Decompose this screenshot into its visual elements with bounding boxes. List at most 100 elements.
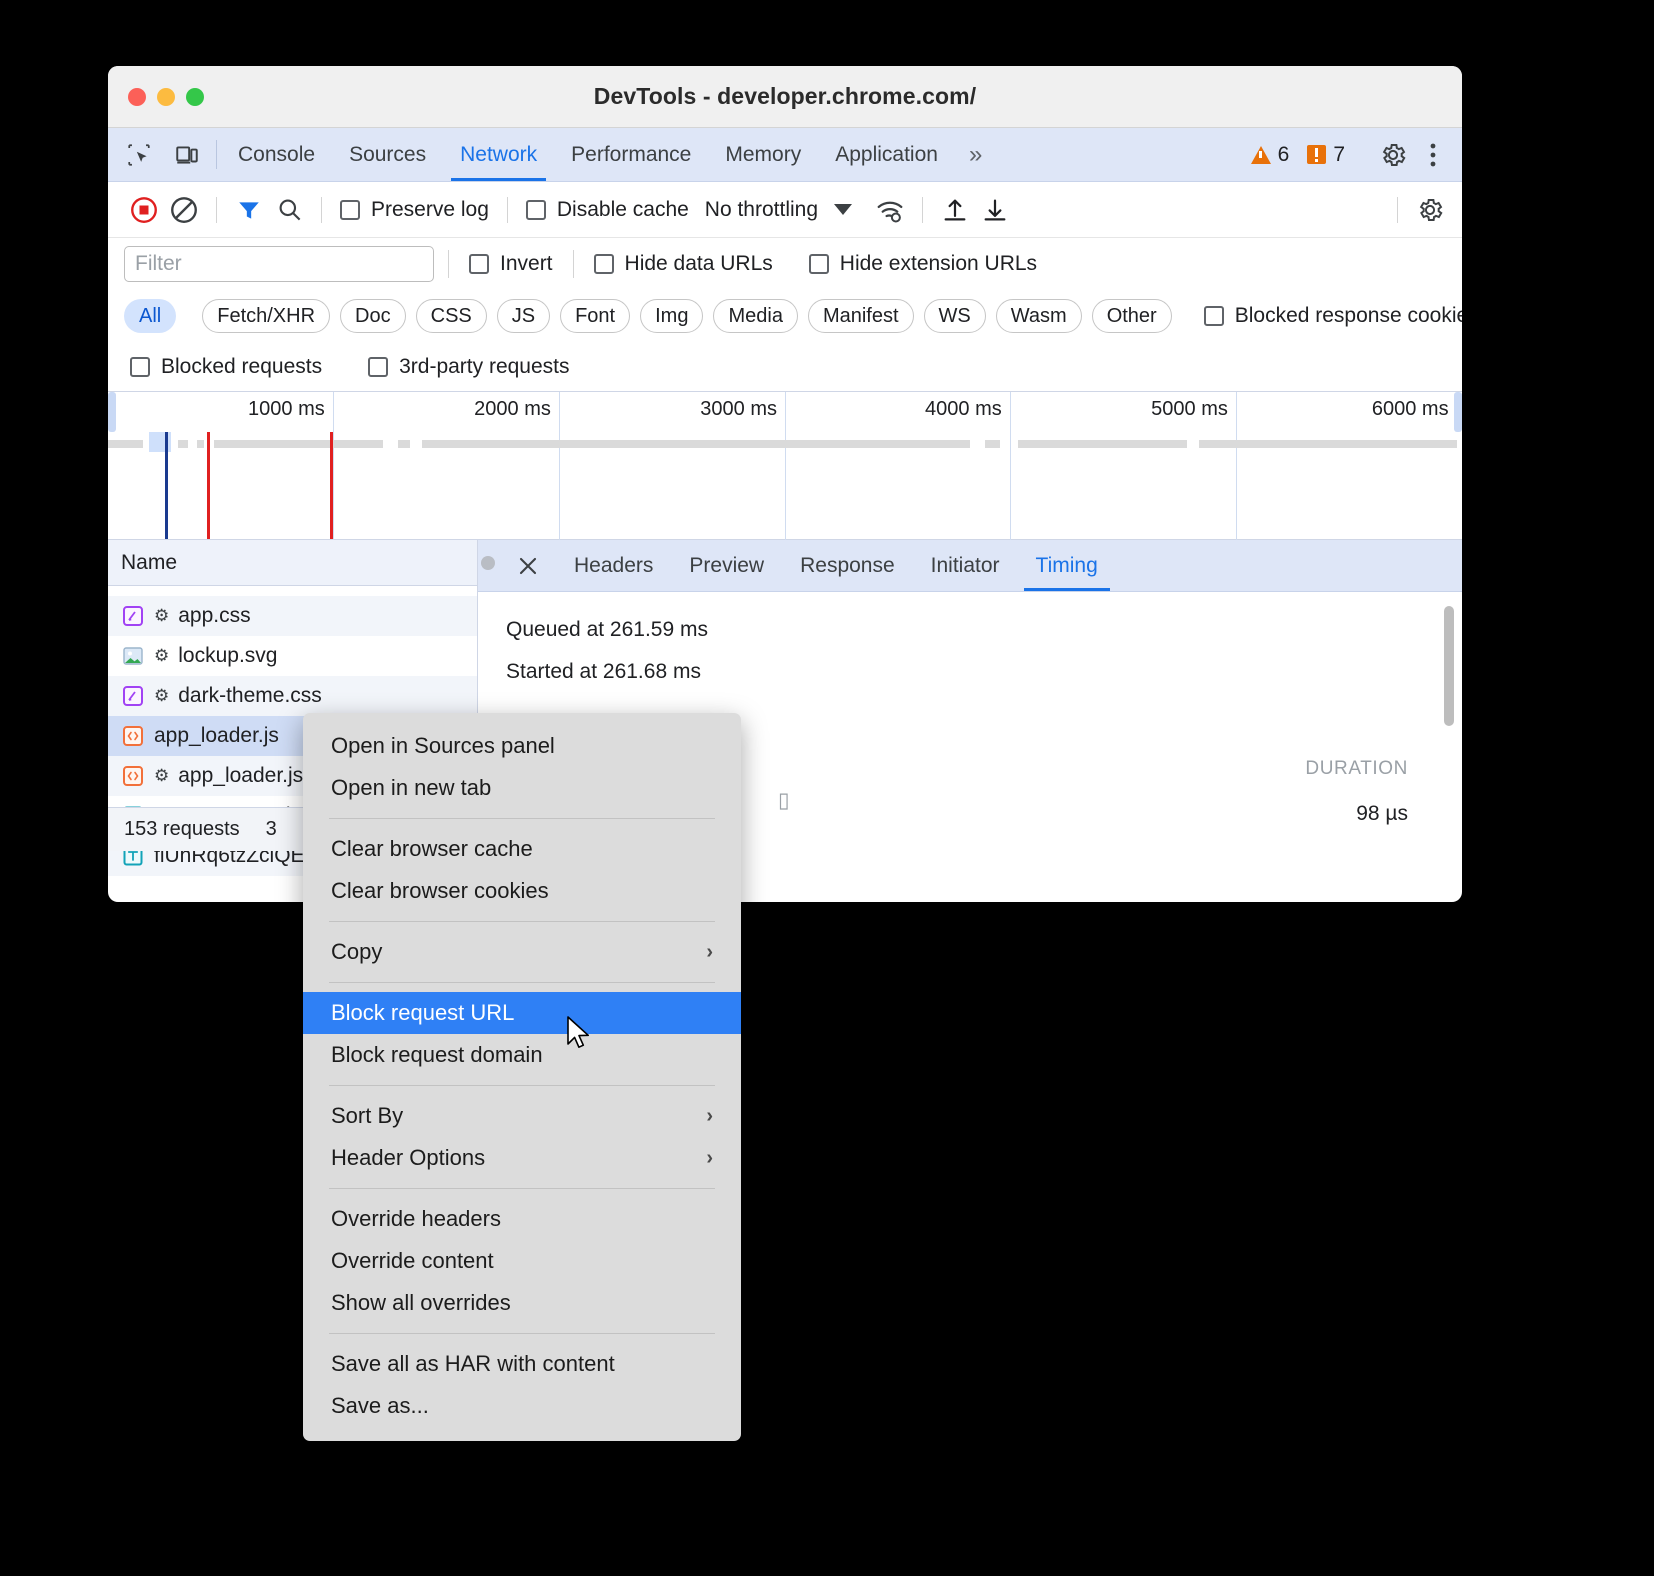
menu-item-override-headers[interactable]: Override headers xyxy=(303,1198,741,1240)
mouse-pointer xyxy=(566,1016,592,1059)
overview-gridline-5000 xyxy=(1236,392,1237,540)
context-menu: Open in Sources panel Open in new tab Cl… xyxy=(303,713,741,1441)
menu-item-clear-browser-cache[interactable]: Clear browser cache xyxy=(303,828,741,870)
overview-tick-3000: 3000 ms xyxy=(700,398,785,421)
blocked-requests-label: Blocked requests xyxy=(161,355,322,379)
overview-tick-5000: 5000 ms xyxy=(1151,398,1236,421)
overview-tick-4000: 4000 ms xyxy=(925,398,1010,421)
export-har-icon[interactable] xyxy=(975,190,1015,230)
initiator-gear-icon: ⚙ xyxy=(154,646,169,666)
request-list-header[interactable]: Name xyxy=(108,540,477,586)
network-settings-gear-icon[interactable] xyxy=(1410,190,1450,230)
tab-memory[interactable]: Memory xyxy=(708,128,818,181)
search-icon[interactable] xyxy=(269,190,309,230)
menu-item-label: Open in Sources panel xyxy=(331,733,555,759)
duration-value-1: 98 µs xyxy=(1356,802,1408,826)
table-row-dark-theme-css[interactable]: ⚙ dark-theme.css xyxy=(108,676,477,716)
preserve-log-label: Preserve log xyxy=(371,198,489,222)
device-toolbar-icon[interactable] xyxy=(170,138,204,172)
menu-separator-6 xyxy=(329,1333,715,1334)
type-filter-fetch-xhr[interactable]: Fetch/XHR xyxy=(202,299,330,333)
more-tabs-icon[interactable]: » xyxy=(955,128,996,181)
type-filter-js[interactable]: JS xyxy=(497,299,550,333)
menu-item-override-content[interactable]: Override content xyxy=(303,1240,741,1282)
column-header-name: Name xyxy=(121,551,177,575)
tab-initiator[interactable]: Initiator xyxy=(913,540,1018,591)
preserve-log-box xyxy=(340,200,360,220)
toolbar-right xyxy=(1385,190,1450,230)
toolbar-divider-2 xyxy=(321,197,322,223)
tab-application[interactable]: Application xyxy=(818,128,955,181)
transferred-size: 3 xyxy=(266,818,277,841)
clear-icon[interactable] xyxy=(164,190,204,230)
detail-scrollbar[interactable] xyxy=(1444,606,1454,726)
import-har-icon[interactable] xyxy=(935,190,975,230)
error-count: 7 xyxy=(1333,143,1345,167)
type-filter-manifest[interactable]: Manifest xyxy=(808,299,914,333)
menu-item-block-request-domain[interactable]: Block request domain xyxy=(303,1034,741,1076)
duration-header-1: DURATION xyxy=(1305,758,1408,780)
tab-console[interactable]: Console xyxy=(221,128,332,181)
tab-sources-label: Sources xyxy=(349,143,426,167)
type-filter-ws-label: WS xyxy=(939,305,971,328)
hide-data-urls-checkbox[interactable]: Hide data URLs xyxy=(588,252,779,276)
menu-item-copy[interactable]: Copy › xyxy=(303,931,741,973)
menu-item-block-request-url[interactable]: Block request URL xyxy=(303,992,741,1034)
hide-extension-urls-label: Hide extension URLs xyxy=(840,252,1037,276)
invert-checkbox[interactable]: Invert xyxy=(463,252,559,276)
tab-preview[interactable]: Preview xyxy=(671,540,782,591)
disable-cache-label: Disable cache xyxy=(557,198,689,222)
extra-filters-row: Blocked requests 3rd-party requests xyxy=(108,342,1462,392)
blocked-response-cookies-checkbox[interactable]: Blocked response cookies xyxy=(1198,304,1462,328)
menu-item-clear-browser-cookies[interactable]: Clear browser cookies xyxy=(303,870,741,912)
tab-sources[interactable]: Sources xyxy=(332,128,443,181)
tab-timing[interactable]: Timing xyxy=(1018,540,1116,591)
type-filter-wasm[interactable]: Wasm xyxy=(996,299,1082,333)
warning-badge[interactable]: 6 xyxy=(1245,143,1296,167)
error-badge[interactable]: 7 xyxy=(1301,143,1351,167)
disable-cache-checkbox[interactable]: Disable cache xyxy=(520,198,695,222)
type-filter-img[interactable]: Img xyxy=(640,299,703,333)
tab-network[interactable]: Network xyxy=(443,128,554,181)
inspect-element-icon[interactable] xyxy=(122,138,156,172)
third-party-requests-checkbox[interactable]: 3rd-party requests xyxy=(362,355,575,379)
warning-triangle-icon xyxy=(1251,146,1271,164)
menu-item-save-all-as-har-with-content[interactable]: Save all as HAR with content xyxy=(303,1343,741,1385)
filter-input[interactable] xyxy=(124,246,434,282)
type-filter-media-label: Media xyxy=(728,305,782,328)
close-icon[interactable] xyxy=(500,540,556,591)
hide-extension-urls-checkbox[interactable]: Hide extension URLs xyxy=(803,252,1043,276)
menu-separator-1 xyxy=(329,818,715,819)
filter-funnel-icon[interactable] xyxy=(229,190,269,230)
kebab-menu-icon[interactable] xyxy=(1416,138,1450,172)
network-conditions-icon[interactable] xyxy=(870,190,910,230)
type-filter-manifest-label: Manifest xyxy=(823,305,899,328)
type-filter-ws[interactable]: WS xyxy=(924,299,986,333)
throttling-dropdown[interactable]: No throttling xyxy=(705,198,852,222)
menu-separator-3 xyxy=(329,982,715,983)
menu-item-header-options[interactable]: Header Options › xyxy=(303,1137,741,1179)
devtools-tabbar: Console Sources Network Performance Memo… xyxy=(108,128,1462,182)
type-filter-css[interactable]: CSS xyxy=(416,299,487,333)
tab-response[interactable]: Response xyxy=(782,540,913,591)
type-filter-wasm-label: Wasm xyxy=(1011,305,1067,328)
menu-item-open-in-new-tab[interactable]: Open in new tab xyxy=(303,767,741,809)
tab-headers[interactable]: Headers xyxy=(556,540,671,591)
table-row-lockup-svg[interactable]: ⚙ lockup.svg xyxy=(108,636,477,676)
network-overview[interactable]: 1000 ms 2000 ms 3000 ms 4000 ms 5000 ms … xyxy=(108,392,1462,540)
gear-icon[interactable] xyxy=(1376,138,1410,172)
tab-performance[interactable]: Performance xyxy=(554,128,708,181)
menu-item-sort-by[interactable]: Sort By › xyxy=(303,1095,741,1137)
preserve-log-checkbox[interactable]: Preserve log xyxy=(334,198,495,222)
record-stop-icon[interactable] xyxy=(124,190,164,230)
menu-item-open-in-sources-panel[interactable]: Open in Sources panel xyxy=(303,725,741,767)
table-row-app-css[interactable]: ⚙ app.css xyxy=(108,596,477,636)
type-filter-font[interactable]: Font xyxy=(560,299,630,333)
type-filter-doc[interactable]: Doc xyxy=(340,299,406,333)
type-filter-media[interactable]: Media xyxy=(713,299,797,333)
menu-item-show-all-overrides[interactable]: Show all overrides xyxy=(303,1282,741,1324)
blocked-requests-checkbox[interactable]: Blocked requests xyxy=(124,355,328,379)
menu-item-save-as[interactable]: Save as... xyxy=(303,1385,741,1427)
type-filter-all[interactable]: All xyxy=(124,299,176,333)
type-filter-other[interactable]: Other xyxy=(1092,299,1172,333)
